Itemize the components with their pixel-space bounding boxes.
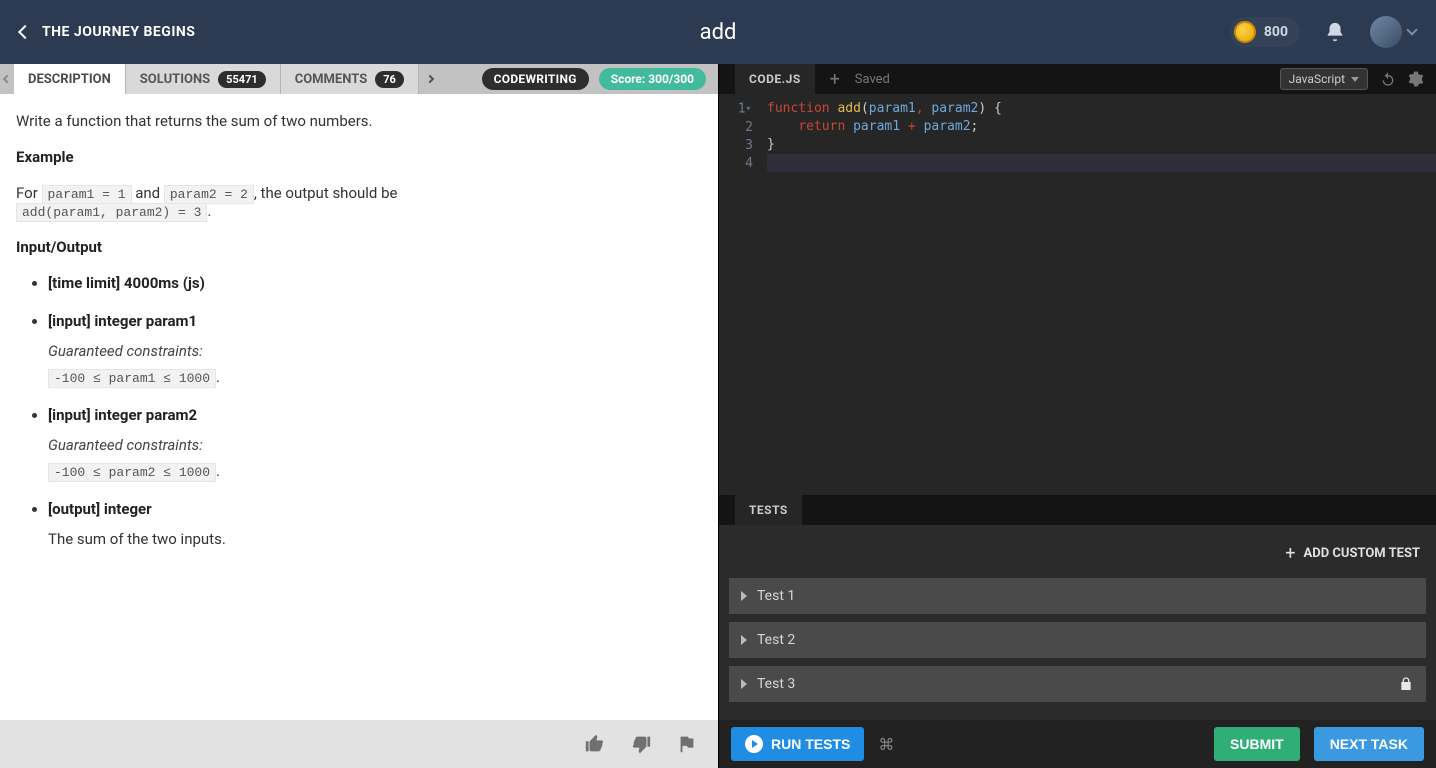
example-heading: Example bbox=[16, 148, 74, 166]
output: [output] integer bbox=[48, 500, 152, 518]
code-tabbar: CODE.JS + Saved JavaScript bbox=[719, 64, 1436, 94]
code-token: param2 bbox=[931, 101, 978, 116]
code-token: param2 bbox=[924, 119, 971, 134]
run-tests-button[interactable]: RUN TESTS bbox=[731, 727, 864, 761]
next-task-button[interactable]: NEXT TASK bbox=[1314, 727, 1424, 761]
submit-button[interactable]: SUBMIT bbox=[1214, 727, 1300, 761]
keyboard-shortcut-icon: ⌘ bbox=[878, 735, 894, 754]
constraints-label2: Guaranteed constraints: bbox=[48, 436, 702, 454]
reset-icon[interactable] bbox=[1380, 71, 1396, 87]
code-token: add bbox=[837, 101, 860, 116]
score-pill: Score: 300/300 bbox=[599, 68, 706, 90]
chevron-down-icon bbox=[1406, 24, 1417, 35]
language-label: JavaScript bbox=[1289, 72, 1345, 86]
saved-indicator: Saved bbox=[855, 72, 890, 87]
tabbar-right-pills: CODEWRITING Score: 300/300 bbox=[482, 64, 718, 94]
bottom-bar: RUN TESTS ⌘ SUBMIT NEXT TASK bbox=[719, 720, 1436, 768]
avatar bbox=[1370, 16, 1402, 48]
chevron-left-icon bbox=[18, 25, 32, 39]
example-line: For param1 = 1 and param2 = 2, the outpu… bbox=[16, 184, 702, 220]
notifications-button[interactable] bbox=[1324, 21, 1346, 43]
comments-count-badge: 76 bbox=[375, 71, 404, 88]
intro-text: Write a function that returns the sum of… bbox=[16, 112, 702, 130]
caret-right-icon bbox=[741, 591, 747, 601]
constraints-label1: Guaranteed constraints: bbox=[48, 342, 702, 360]
add-file-button[interactable]: + bbox=[825, 69, 845, 90]
plus-icon: + bbox=[1285, 543, 1295, 564]
io-heading: Input/Output bbox=[16, 238, 102, 256]
test-label: Test 3 bbox=[757, 676, 795, 692]
tab-solutions-label: SOLUTIONS bbox=[140, 72, 210, 87]
editor-gutter: 1▾ 2 3 4 bbox=[719, 94, 761, 495]
constraints-code1: -100 ≤ param1 ≤ 1000 bbox=[48, 369, 216, 388]
input1: [input] integer param1 bbox=[48, 312, 197, 330]
top-bar: THE JOURNEY BEGINS add 800 bbox=[0, 0, 1436, 64]
test-row-2[interactable]: Test 2 bbox=[729, 622, 1426, 658]
tests-panel: + ADD CUSTOM TEST Test 1 Test 2 Test 3 bbox=[719, 525, 1436, 720]
time-limit: [time limit] 4000ms (js) bbox=[48, 274, 205, 292]
tab-solutions[interactable]: SOLUTIONS 55471 bbox=[126, 64, 281, 94]
test-label: Test 2 bbox=[757, 632, 795, 648]
example-suffix: , the output should be bbox=[254, 184, 398, 202]
journey-title: THE JOURNEY BEGINS bbox=[42, 24, 195, 40]
chevron-down-icon bbox=[1351, 77, 1359, 82]
tab-scroll-right[interactable] bbox=[419, 64, 441, 94]
caret-right-icon bbox=[741, 635, 747, 645]
tab-comments[interactable]: COMMENTS 76 bbox=[281, 64, 419, 94]
code-lines: function add(param1, param2) { return pa… bbox=[761, 94, 1436, 495]
topbar-right: 800 bbox=[1230, 16, 1416, 48]
back-to-journey[interactable]: THE JOURNEY BEGINS bbox=[20, 24, 195, 40]
code-token: param1 bbox=[869, 101, 916, 116]
coin-amount: 800 bbox=[1264, 24, 1288, 40]
add-custom-label: ADD CUSTOM TEST bbox=[1304, 546, 1420, 561]
chevron-right-icon bbox=[426, 75, 434, 83]
tab-scroll-left[interactable] bbox=[0, 64, 14, 94]
run-label: RUN TESTS bbox=[771, 736, 850, 752]
right-panel: CODE.JS + Saved JavaScript 1▾ 2 3 4 func… bbox=[718, 64, 1436, 768]
code-editor[interactable]: 1▾ 2 3 4 function add(param1, param2) { … bbox=[719, 94, 1436, 495]
solutions-count-badge: 55471 bbox=[218, 71, 266, 88]
play-icon bbox=[745, 735, 763, 753]
tests-header: TESTS bbox=[719, 495, 1436, 525]
user-menu[interactable] bbox=[1370, 16, 1416, 48]
example-and: and bbox=[132, 184, 164, 202]
test-row-1[interactable]: Test 1 bbox=[729, 578, 1426, 614]
left-tabbar: DESCRIPTION SOLUTIONS 55471 COMMENTS 76 … bbox=[0, 64, 718, 94]
constraints-code2: -100 ≤ param2 ≤ 1000 bbox=[48, 463, 216, 482]
test-label: Test 1 bbox=[757, 588, 795, 604]
code-file-tab[interactable]: CODE.JS bbox=[735, 64, 815, 94]
input2: [input] integer param2 bbox=[48, 406, 197, 424]
test-row-3[interactable]: Test 3 bbox=[729, 666, 1426, 702]
tab-description-label: DESCRIPTION bbox=[28, 72, 111, 87]
description-content: Write a function that returns the sum of… bbox=[0, 94, 718, 720]
coin-balance[interactable]: 800 bbox=[1230, 17, 1300, 47]
period: . bbox=[207, 202, 211, 220]
chevron-left-icon bbox=[3, 75, 11, 83]
tab-description[interactable]: DESCRIPTION bbox=[14, 64, 126, 94]
output-desc: The sum of the two inputs. bbox=[48, 530, 702, 548]
bell-icon bbox=[1324, 21, 1346, 43]
example-code1: param1 = 1 bbox=[42, 185, 132, 204]
codewriting-pill: CODEWRITING bbox=[482, 68, 589, 90]
thumbs-up-icon[interactable] bbox=[584, 733, 606, 755]
tab-comments-label: COMMENTS bbox=[295, 72, 368, 87]
code-token: param1 bbox=[853, 119, 900, 134]
thumbs-down-icon[interactable] bbox=[630, 733, 652, 755]
flag-icon[interactable] bbox=[676, 733, 698, 755]
coin-icon bbox=[1234, 21, 1256, 43]
add-custom-test-button[interactable]: + ADD CUSTOM TEST bbox=[729, 543, 1426, 564]
task-title: add bbox=[700, 20, 737, 45]
example-result: add(param1, param2) = 3 bbox=[16, 203, 207, 222]
language-select[interactable]: JavaScript bbox=[1280, 68, 1368, 90]
example-prefix: For bbox=[16, 184, 42, 202]
left-panel: DESCRIPTION SOLUTIONS 55471 COMMENTS 76 … bbox=[0, 64, 718, 768]
caret-right-icon bbox=[741, 679, 747, 689]
description-footer bbox=[0, 720, 718, 768]
code-token: function bbox=[767, 101, 830, 116]
tests-tab[interactable]: TESTS bbox=[735, 495, 802, 525]
gear-icon[interactable] bbox=[1408, 71, 1424, 87]
lock-icon bbox=[1398, 676, 1414, 692]
code-token: return bbox=[798, 119, 845, 134]
